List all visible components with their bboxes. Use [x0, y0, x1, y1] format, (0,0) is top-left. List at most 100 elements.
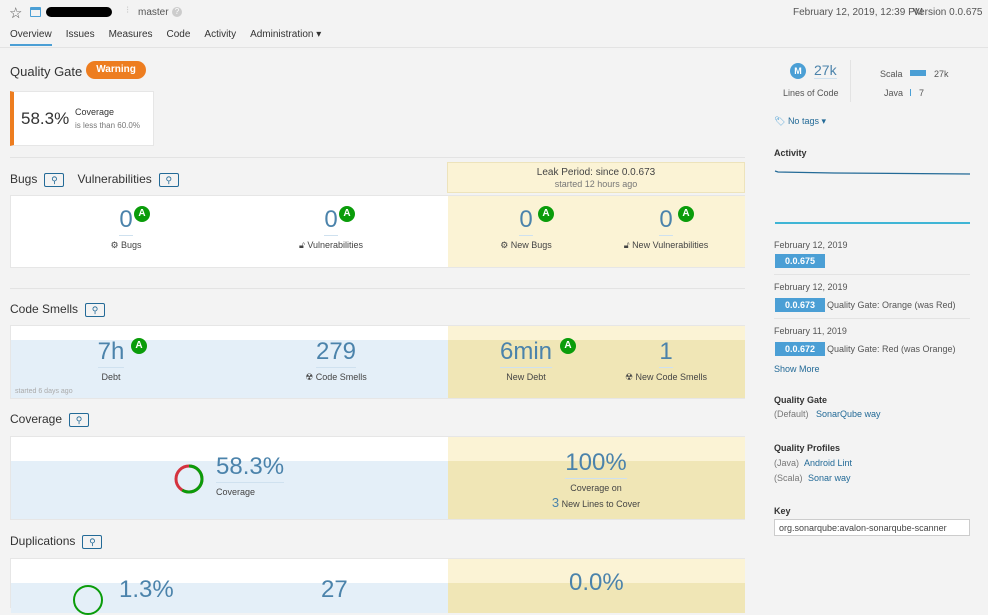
tab-issues[interactable]: Issues	[66, 29, 95, 46]
duplications-search-button[interactable]: ⚲	[82, 535, 103, 550]
new-bugs-label: New Bugs	[510, 240, 552, 250]
nav-tabs: Overview Issues Measures Code Activity A…	[10, 29, 321, 46]
bugs-rating[interactable]: A	[134, 206, 150, 222]
quality-gate-condition[interactable]: 58.3% Coverage is less than 60.0%	[10, 91, 154, 146]
vulnerabilities-title: Vulnerabilities	[77, 172, 152, 186]
show-more-link[interactable]: Show More	[774, 364, 820, 374]
coverage-title-row: Coverage ⚲	[10, 412, 90, 428]
new-duplications-value[interactable]: 0.0%	[569, 569, 624, 597]
duplications-donut-chart[interactable]	[73, 585, 103, 615]
new-vulnerabilities-rating[interactable]: A	[678, 206, 694, 222]
bug-icon: ⚙	[500, 240, 511, 250]
tab-measures[interactable]: Measures	[109, 29, 153, 46]
profile-java-lang: (Java)	[774, 458, 800, 468]
new-code-smells-label: New Code Smells	[635, 372, 708, 382]
branch-name[interactable]: master	[138, 7, 169, 18]
new-lines-label: New Lines to Cover	[561, 499, 641, 509]
tab-overview[interactable]: Overview	[10, 29, 52, 46]
duplications-value[interactable]: 1.3%	[119, 576, 174, 604]
vulnerabilities-value[interactable]: 0	[324, 206, 338, 236]
quality-gate-sidebar-title: Quality Gate	[774, 395, 828, 405]
quality-gate-default-label: (Default)	[774, 409, 809, 419]
version-label: Version 0.0.675	[913, 7, 983, 18]
lock-icon: 🔓︎	[623, 240, 633, 250]
favorite-star-icon[interactable]: ☆	[9, 4, 22, 22]
new-lines-value[interactable]: 3	[552, 495, 559, 510]
new-coverage-measure[interactable]: 100% Coverage on 3 New Lines to Cover	[531, 449, 661, 510]
profile-java-link[interactable]: Android Lint	[804, 458, 852, 468]
divider	[774, 274, 970, 275]
quality-gate-link[interactable]: SonarQube way	[816, 409, 881, 419]
new-bugs-measure[interactable]: 0 A ⚙ New Bugs	[481, 206, 571, 251]
coverage-value[interactable]: 58.3%	[216, 453, 285, 483]
event-version-badge[interactable]: 0.0.673	[775, 298, 825, 312]
profile-scala-lang: (Scala)	[774, 473, 803, 483]
new-coverage-value[interactable]: 100%	[565, 449, 627, 479]
bugs-measure[interactable]: 0 A ⚙ Bugs	[81, 206, 171, 251]
duplicated-blocks-value[interactable]: 27	[321, 576, 348, 604]
debt-rating[interactable]: A	[131, 338, 147, 354]
coverage-search-button[interactable]: ⚲	[69, 413, 90, 428]
event-version-badge[interactable]: 0.0.672	[775, 342, 825, 356]
project-key-input[interactable]	[774, 519, 970, 536]
bugs-vulnerabilities-title: Bugs ⚲ Vulnerabilities ⚲	[10, 172, 179, 188]
vulnerabilities-search-button[interactable]: ⚲	[158, 173, 179, 188]
coverage-label: Coverage	[216, 487, 256, 497]
code-smells-measure[interactable]: 279 ☢ Code Smells	[281, 338, 391, 383]
vulnerabilities-rating[interactable]: A	[339, 206, 355, 222]
new-vulnerabilities-value[interactable]: 0	[659, 206, 673, 236]
new-coverage-label: Coverage on	[570, 483, 622, 493]
condition-value: 58.3%	[21, 109, 70, 128]
lines-of-code-label: Lines of Code	[783, 88, 839, 98]
duplications-title-row: Duplications ⚲	[10, 534, 103, 550]
new-debt-measure[interactable]: 6min A New Debt	[491, 338, 576, 382]
coverage-donut-chart[interactable]	[173, 463, 205, 495]
new-code-smells-value[interactable]: 1	[659, 338, 673, 368]
activity-sparkline[interactable]	[774, 164, 970, 226]
coverage-measure[interactable]: 58.3% Coverage	[216, 453, 291, 497]
code-smells-title: Code Smells	[10, 302, 79, 316]
bugs-title: Bugs	[10, 172, 38, 186]
debt-value[interactable]: 7h	[97, 338, 125, 368]
code-smells-search-button[interactable]: ⚲	[85, 303, 106, 318]
code-smell-icon: ☢	[624, 372, 636, 382]
help-icon[interactable]: ?	[172, 7, 182, 17]
tab-activity[interactable]: Activity	[204, 29, 236, 46]
divider	[850, 60, 851, 102]
tab-code[interactable]: Code	[167, 29, 191, 46]
new-bugs-rating[interactable]: A	[538, 206, 554, 222]
new-bugs-value[interactable]: 0	[519, 206, 533, 236]
activity-title: Activity	[774, 148, 807, 158]
top-bar: ☆ ⁝ master ? February 12, 2019, 12:39 PM…	[0, 0, 988, 48]
bugs-search-button[interactable]: ⚲	[44, 173, 65, 188]
tags-dropdown[interactable]: 🏷︎ No tags ▾	[774, 116, 826, 127]
language-scala-value: 27k	[934, 69, 949, 79]
code-smells-card: started 6 days ago 7h A Debt 279 ☢ Code …	[10, 325, 745, 399]
new-vulnerabilities-measure[interactable]: 0 A 🔓︎ New Vulnerabilities	[611, 206, 721, 251]
new-code-smells-measure[interactable]: 1 ☢ New Code Smells	[606, 338, 726, 383]
bugs-value[interactable]: 0	[119, 206, 133, 236]
new-debt-value[interactable]: 6min	[499, 338, 553, 368]
event-date: February 12, 2019	[774, 282, 848, 292]
code-smells-title-row: Code Smells ⚲	[10, 302, 106, 318]
branch-icon: ⁝	[126, 5, 130, 16]
sparkline-issues	[774, 170, 970, 175]
divider	[10, 288, 745, 289]
new-debt-rating[interactable]: A	[560, 338, 576, 354]
tab-administration[interactable]: Administration ▾	[250, 29, 321, 46]
event-text: Quality Gate: Orange (was Red)	[827, 300, 956, 310]
vulnerabilities-measure[interactable]: 0 A 🔓︎ Vulnerabilities	[276, 206, 386, 251]
leak-period-header: Leak Period: since 0.0.673 started 12 ho…	[447, 162, 745, 193]
language-java-bar	[910, 89, 911, 96]
analysis-date: February 12, 2019, 12:39 PM	[793, 7, 924, 18]
new-debt-label: New Debt	[506, 372, 546, 382]
debt-measure[interactable]: 7h A Debt	[86, 338, 147, 382]
lines-of-code-value[interactable]: 27k	[814, 62, 837, 79]
project-name-redacted[interactable]	[46, 7, 112, 17]
event-date: February 12, 2019	[774, 240, 848, 250]
code-smells-label: Code Smells	[315, 372, 367, 382]
event-version-badge[interactable]: 0.0.675	[775, 254, 825, 268]
code-smells-value[interactable]: 279	[315, 338, 357, 368]
leak-period-started: started 12 hours ago	[554, 179, 638, 189]
profile-scala-link[interactable]: Sonar way	[808, 473, 851, 483]
